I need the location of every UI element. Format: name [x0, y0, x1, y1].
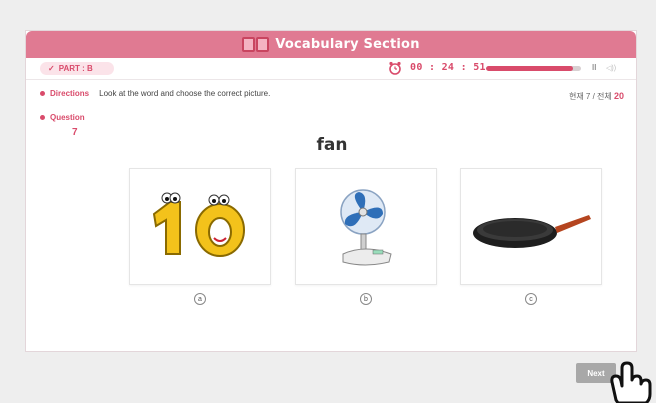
check-icon: ✓	[48, 64, 55, 73]
part-badge: ✓ PART : B	[40, 62, 114, 75]
logo-icon	[242, 37, 270, 52]
part-label: PART : B	[58, 64, 93, 73]
number-ten-cartoon-icon	[152, 192, 245, 257]
choice-c-radio[interactable]: c	[525, 293, 537, 305]
directions-row: Directions Look at the word and choose t…	[40, 89, 270, 98]
test-panel: Vocabulary Section ✓ PART : B 00 : 24 : …	[25, 30, 637, 352]
volume-icon[interactable]: ◁))	[606, 64, 616, 72]
choice-a-card[interactable]	[129, 168, 271, 285]
question-row: Question	[40, 113, 85, 122]
alarm-clock-icon	[389, 61, 401, 75]
choice-b-radio[interactable]: b	[360, 293, 372, 305]
choice-c-card[interactable]	[460, 168, 602, 285]
directions-text: Look at the word and choose the correct …	[99, 89, 271, 98]
time-progress-bar	[486, 66, 581, 71]
bullet-icon	[40, 91, 45, 96]
page-title: Vocabulary Section	[275, 37, 420, 52]
hand-pointer-icon	[610, 361, 652, 403]
choice-b-card[interactable]	[295, 168, 437, 285]
pause-button[interactable]: II	[592, 63, 596, 72]
title-bar: Vocabulary Section	[26, 31, 636, 58]
counter-prefix: 현재 7 / 전체	[568, 92, 612, 101]
frying-pan-icon	[473, 214, 591, 248]
counter-total: 20	[613, 91, 624, 101]
directions-label: Directions	[50, 89, 90, 98]
question-word: fan	[316, 135, 348, 155]
status-bar: ✓ PART : B 00 : 24 : 51 II ◁))	[26, 58, 636, 80]
bullet-icon	[40, 115, 45, 120]
desk-fan-icon	[340, 188, 392, 265]
choice-a-radio[interactable]: a	[194, 293, 206, 305]
question-label: Question	[50, 113, 85, 122]
timer-readout: 00 : 24 : 51	[410, 62, 486, 73]
time-progress-fill	[486, 66, 574, 71]
question-counter: 현재 7 / 전체 20	[569, 91, 624, 102]
